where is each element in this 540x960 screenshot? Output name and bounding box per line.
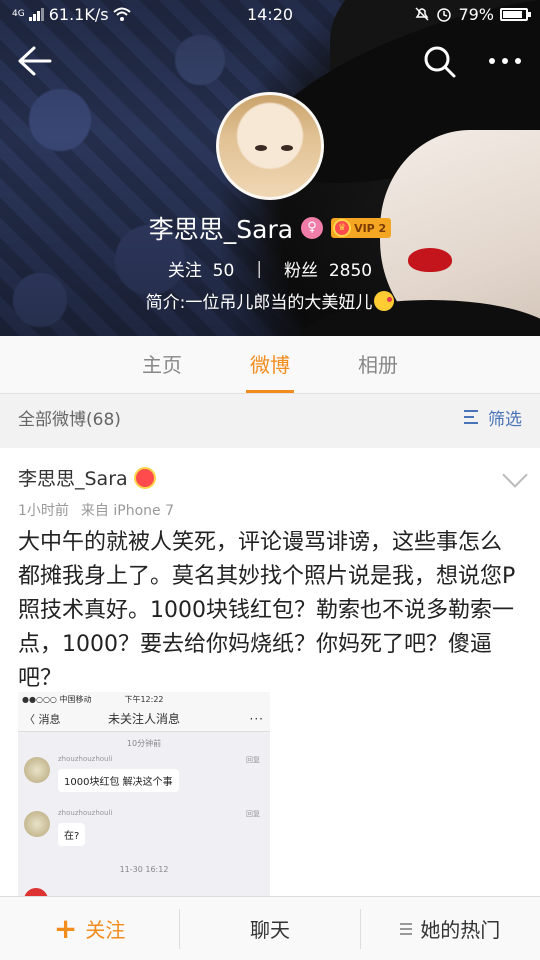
post-author[interactable]: 李思思_Sara	[18, 464, 156, 491]
image-avatar	[24, 811, 50, 837]
post-author-name: 李思思_Sara	[18, 468, 128, 490]
post-card[interactable]: 李思思_Sara 1小时前 来自 iPhone 7 大中午的就被人笑死，评论谩骂…	[0, 448, 540, 898]
bottom-action-bar: + 关注 聊天 她的热门	[0, 896, 540, 960]
avatar-eye-right	[281, 145, 293, 151]
tab-weibo[interactable]: 微博	[216, 336, 324, 393]
chat-button[interactable]: 聊天	[179, 908, 359, 949]
post-text: 大中午的就被人笑死，评论谩骂诽谤，这些事怎么都摊我身上了。莫名其妙找个照片说是我…	[18, 530, 516, 691]
profile-tabs: 主页 微博 相册	[0, 336, 540, 394]
arrow-left-icon	[18, 46, 52, 76]
more-button[interactable]	[484, 44, 526, 78]
post-time: 1小时前	[18, 503, 69, 519]
profile-name: 李思思_Sara	[148, 215, 294, 244]
mute-icon	[415, 7, 429, 21]
tab-album[interactable]: 相册	[324, 336, 432, 393]
filter-button[interactable]: 筛选	[464, 405, 522, 430]
image-timestamp: 10分钟前	[126, 739, 162, 748]
alarm-icon	[437, 8, 452, 22]
post-meta: 1小时前 来自 iPhone 7	[18, 500, 174, 520]
status-bar: 4G 61.1K/s 14:20 79%	[0, 0, 540, 28]
image-avatar	[24, 757, 50, 783]
back-button[interactable]	[16, 44, 54, 78]
image-status-bar: ●●○○○ 中国移动 下午12:22	[18, 692, 270, 706]
image-message: zhouzhouzhouli 回复 1000块红包 解决这个事	[18, 755, 270, 805]
female-icon: ♀	[301, 217, 324, 239]
all-posts-count: 全部微博(68)	[18, 409, 121, 430]
avatar-eye-left	[255, 145, 267, 151]
vip-label: VIP 2	[354, 221, 387, 235]
more-dots-icon	[489, 58, 521, 64]
image-nav-bar: 〈 消息 未关注人消息 ···	[18, 706, 270, 732]
filter-icon	[464, 409, 484, 425]
vip-badge[interactable]: ♛ VIP 2	[331, 218, 392, 238]
menu-lines-icon	[400, 922, 413, 935]
wifi-icon	[112, 7, 131, 21]
profile-stats: 关注 50 | 粉丝 2850	[0, 256, 540, 282]
post-source: 来自 iPhone 7	[80, 503, 174, 519]
avatar[interactable]	[216, 92, 324, 200]
crown-icon: ♛	[333, 219, 352, 237]
battery-percent: 79%	[458, 4, 494, 24]
clock: 14:20	[246, 4, 294, 24]
signal-icon	[28, 8, 44, 21]
image-timestamp: 11-30 16:12	[119, 865, 169, 874]
bio-text: 简介:一位吊儿郎当的大美妞儿	[145, 293, 373, 313]
stats-divider: |	[256, 258, 263, 279]
followers-link[interactable]: 粉丝 2850	[284, 256, 372, 281]
kiss-emoji-icon	[374, 291, 395, 311]
battery-icon	[500, 7, 531, 21]
image-message: zhouzhouzhouli 回复 在?	[18, 809, 270, 859]
following-link[interactable]: 关注 50	[168, 256, 234, 281]
network-type: 4G	[12, 8, 25, 19]
hot-posts-button[interactable]: 她的热门	[359, 908, 540, 949]
profile-name-row: 李思思_Sara ♀ ♛ VIP 2	[0, 210, 540, 246]
network-speed: 61.1K/s	[48, 4, 109, 24]
search-button[interactable]	[422, 44, 458, 80]
tab-home[interactable]: 主页	[108, 336, 216, 393]
follow-button[interactable]: + 关注	[0, 909, 179, 949]
profile-bio: 简介:一位吊儿郎当的大美妞儿	[0, 288, 540, 313]
member-crown-icon	[133, 466, 156, 489]
search-icon	[424, 46, 456, 78]
filter-bar: 全部微博(68) 筛选	[0, 395, 540, 439]
chevron-down-icon[interactable]	[502, 462, 528, 488]
post-image[interactable]: ●●○○○ 中国移动 下午12:22 〈 消息 未关注人消息 ··· 10分钟前…	[18, 692, 270, 898]
plus-icon: +	[53, 911, 78, 945]
